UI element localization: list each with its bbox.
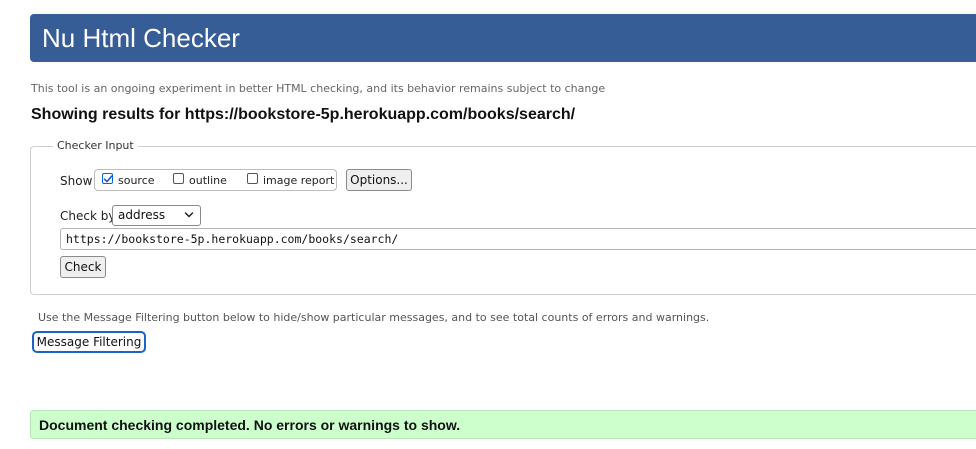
check-by-value: address	[118, 208, 166, 222]
header-banner: Nu Html Checker	[30, 14, 976, 62]
success-message: Document checking completed. No errors o…	[39, 417, 461, 433]
options-button[interactable]: Options...	[346, 169, 412, 191]
outline-checkbox-label: outline	[189, 174, 227, 187]
source-checkbox[interactable]	[102, 173, 113, 184]
show-label: Show	[60, 174, 93, 188]
image-report-checkbox[interactable]	[247, 173, 258, 184]
check-by-select[interactable]: address	[112, 205, 201, 226]
outline-checkbox[interactable]	[173, 173, 184, 184]
results-heading: Showing results for https://bookstore-5p…	[31, 106, 576, 123]
page-title: Nu Html Checker	[42, 23, 240, 53]
image-report-checkbox-label: image report	[263, 174, 335, 187]
check-by-label: Check by	[60, 209, 116, 223]
checkmark-icon	[103, 175, 113, 183]
source-checkbox-label: source	[118, 174, 155, 187]
tagline: This tool is an ongoing experiment in be…	[31, 82, 606, 95]
url-input[interactable]: https://bookstore-5p.herokuapp.com/books…	[60, 228, 976, 250]
message-filtering-button[interactable]: Message Filtering	[32, 331, 146, 353]
checker-input-legend: Checker Input	[53, 139, 138, 152]
success-message-box: Document checking completed. No errors o…	[30, 410, 976, 439]
chevron-down-icon	[184, 212, 194, 218]
check-button[interactable]: Check	[60, 256, 106, 278]
filtering-note: Use the Message Filtering button below t…	[38, 311, 710, 324]
